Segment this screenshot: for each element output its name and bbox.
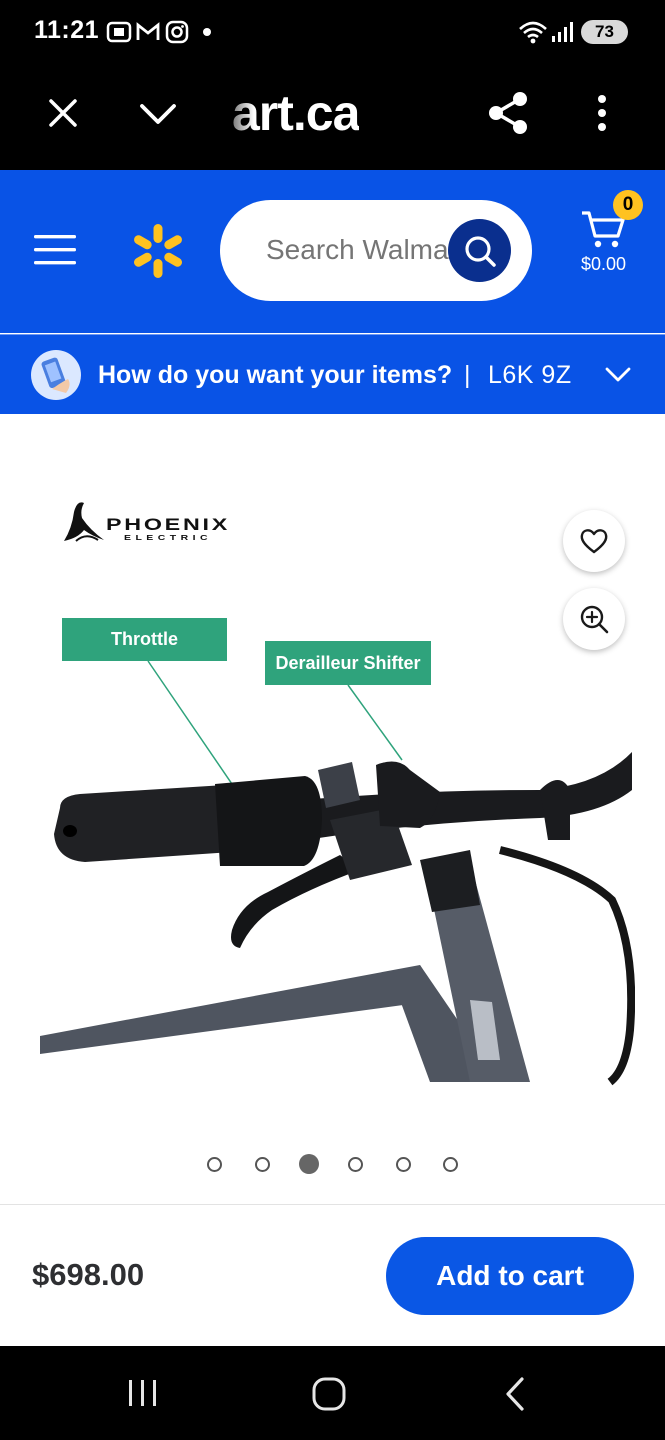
callout-derailleur-shifter: Derailleur Shifter <box>265 641 431 685</box>
close-icon[interactable] <box>44 94 82 132</box>
delivery-separator: | <box>464 361 471 389</box>
browser-toolbar: art.ca <box>0 64 665 170</box>
battery-indicator: 73 <box>581 20 628 44</box>
menu-icon[interactable] <box>32 232 78 268</box>
heart-icon <box>580 529 608 554</box>
product-image[interactable]: PHOENIX ELECTRIC <box>30 460 635 1090</box>
callout-throttle: Throttle <box>62 618 227 661</box>
carousel-dot-active[interactable] <box>299 1154 319 1174</box>
add-to-cart-button[interactable]: Add to cart <box>386 1237 634 1315</box>
buy-bar: $698.00 Add to cart <box>0 1204 665 1346</box>
home-icon[interactable] <box>311 1376 347 1412</box>
carousel-dot[interactable] <box>396 1157 411 1172</box>
search-icon <box>465 236 496 267</box>
zoom-in-icon <box>580 605 609 634</box>
postal-code: L6K 9Z <box>488 361 572 389</box>
carousel-dot[interactable] <box>207 1157 222 1172</box>
chevron-down-icon[interactable] <box>604 365 632 385</box>
favorite-button[interactable] <box>563 510 625 572</box>
system-nav-bar <box>0 1346 665 1440</box>
store-header <box>0 170 665 333</box>
instagram-icon <box>165 20 189 44</box>
dot-icon <box>203 28 211 36</box>
search-bar[interactable] <box>220 200 532 301</box>
walmart-spark-icon[interactable] <box>130 222 186 280</box>
url-text[interactable]: art.ca <box>232 84 360 142</box>
signal-icon <box>552 22 573 42</box>
delivery-selector[interactable]: How do you want your items? | L6K 9Z <box>0 334 665 414</box>
carousel-dot[interactable] <box>443 1157 458 1172</box>
back-icon[interactable] <box>500 1376 530 1412</box>
cart-count-badge: 0 <box>613 190 643 220</box>
share-icon[interactable] <box>486 90 530 136</box>
search-input[interactable] <box>266 234 451 266</box>
cart-total[interactable]: $0.00 <box>581 254 626 275</box>
product-price: $698.00 <box>32 1257 145 1292</box>
svg-text:PHOENIX: PHOENIX <box>106 515 230 534</box>
gmail-icon <box>136 22 160 40</box>
recents-icon[interactable] <box>126 1378 160 1408</box>
svg-text:ELECTRIC: ELECTRIC <box>124 535 212 542</box>
more-vert-icon[interactable] <box>590 94 614 134</box>
carousel-dot[interactable] <box>255 1157 270 1172</box>
delivery-question: How do you want your items? <box>98 361 453 389</box>
chevron-down-icon[interactable] <box>136 96 180 130</box>
screenshot-icon <box>106 21 132 43</box>
search-button[interactable] <box>448 219 511 282</box>
carousel-dot[interactable] <box>348 1157 363 1172</box>
status-time: 11:21 <box>34 16 100 44</box>
delivery-phone-icon <box>31 350 81 400</box>
wifi-icon <box>519 21 547 44</box>
phoenix-logo: PHOENIX ELECTRIC <box>64 502 230 542</box>
zoom-button[interactable] <box>563 588 625 650</box>
status-bar: 11:21 73 <box>0 0 665 64</box>
